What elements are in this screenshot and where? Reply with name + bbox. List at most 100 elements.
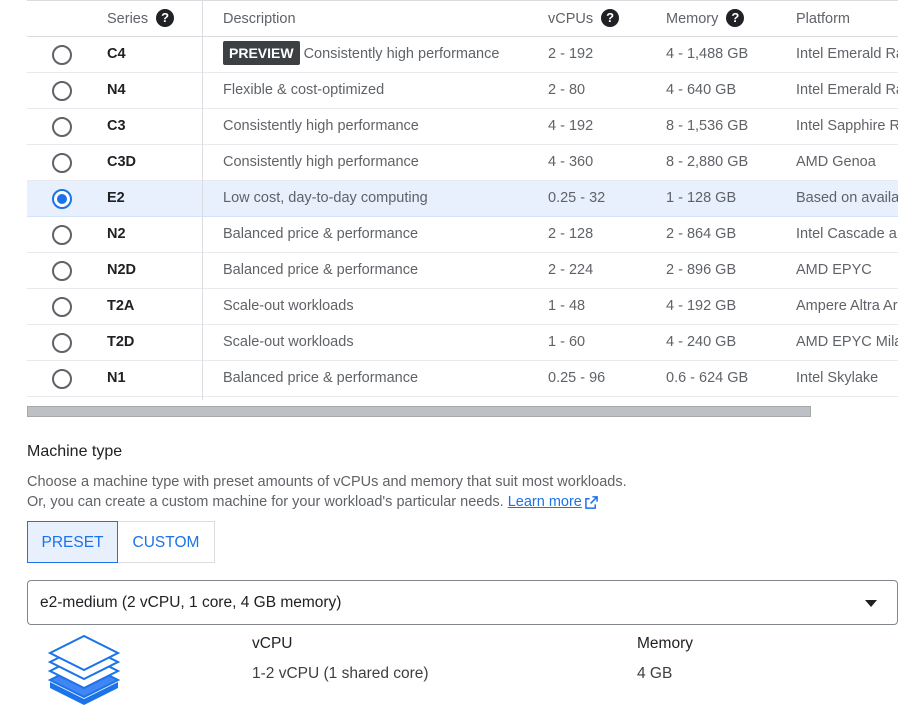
preview-badge: PREVIEW [223,40,300,65]
table-row[interactable]: C3 Consistently high performance 4 - 192 8 … [27,109,898,145]
series-name: T2D [107,334,135,350]
series-memory: 4 - 192 GB [666,298,737,314]
table-row[interactable]: N4 Flexible & cost-optimized 2 - 80 4 - 640… [27,73,898,109]
series-memory: 2 - 896 GB [666,262,737,278]
table-row[interactable]: N1 Balanced price & performance 0.25 - 96 0… [27,361,898,397]
series-vcpus: 4 - 192 [548,118,594,134]
header-description[interactable]: Description [223,1,296,37]
series-description: Low cost, day-to-day computing [223,190,428,206]
table-row[interactable]: E2 Low cost, day-to-day computing 0.25 - 3… [27,181,898,217]
series-memory: 0.6 - 624 GB [666,370,749,386]
series-description: PREVIEW Consistently high performance [223,37,499,72]
series-name: N4 [107,82,126,98]
series-memory: 4 - 640 GB [666,82,737,98]
machine-type-title: Machine type [27,443,123,460]
series-radio-button[interactable] [52,117,72,137]
memory-value: 4 GB [637,665,673,682]
series-name: C3D [107,154,137,170]
series-platform: Ampere Altra Ar [796,298,898,314]
series-name: C4 [107,46,126,62]
dropdown-caret-icon[interactable] [865,600,877,607]
series-vcpus: 2 - 192 [548,46,594,62]
series-radio-button[interactable] [52,153,72,173]
series-vcpus: 2 - 128 [548,226,594,242]
series-radio-button[interactable] [52,333,72,353]
series-description: Flexible & cost-optimized [223,82,385,98]
description-line-2: Or, you can create a custom machine for … [27,492,667,512]
series-description: Scale-out workloads [223,298,354,314]
column-divider [202,0,203,400]
machine-stack-icon [47,634,121,705]
series-radio-button[interactable] [52,261,72,281]
series-radio-button[interactable] [52,45,72,65]
series-vcpus: 0.25 - 32 [548,190,606,206]
series-name: T2A [107,298,135,314]
series-vcpus: 1 - 48 [548,298,586,314]
series-platform: Intel Emerald Ra [796,46,898,62]
series-platform: Intel Cascade a [796,226,897,242]
learn-more-link[interactable]: Learn more [508,494,582,510]
series-radio-button[interactable] [52,81,72,101]
series-memory: 2 - 864 GB [666,226,737,242]
vcpu-heading: vCPU [252,635,293,652]
series-description: Consistently high performance [223,154,419,170]
series-description: Consistently high performance [223,118,419,134]
series-memory: 4 - 1,488 GB [666,46,749,62]
series-platform: Intel Emerald Ra [796,82,898,98]
table-header: Series? Description vCPUs? Memory? Platf… [27,0,898,37]
series-description: Scale-out workloads [223,334,354,350]
machine-type-description: Choose a machine type with preset amount… [27,472,667,512]
header-platform[interactable]: Platform [796,1,850,37]
header-memory[interactable]: Memory? [666,1,745,37]
series-vcpus: 1 - 60 [548,334,586,350]
series-name: C3 [107,118,126,134]
series-description: Balanced price & performance [223,370,419,386]
horizontal-scrollbar[interactable] [27,406,811,417]
header-vcpus[interactable]: vCPUs? [548,1,620,37]
series-platform: Intel Sapphire R [796,118,898,134]
series-description: Balanced price & performance [223,226,419,242]
series-memory: 8 - 1,536 GB [666,118,749,134]
series-radio-button[interactable] [52,225,72,245]
series-vcpus: 2 - 224 [548,262,594,278]
table-row[interactable]: C4 PREVIEW Consistently high performance 2 … [27,37,898,73]
external-link-icon[interactable] [585,495,598,509]
help-icon[interactable]: ? [726,8,745,27]
series-name: N1 [107,370,126,386]
series-platform: AMD EPYC Mila [796,334,898,350]
series-platform: AMD Genoa [796,154,876,170]
table-row[interactable]: N2D Balanced price & performance 2 - 224 2 … [27,253,898,289]
series-vcpus: 4 - 360 [548,154,594,170]
machine-type-select[interactable]: e2-medium (2 vCPU, 1 core, 4 GB memory) [27,580,898,625]
vcpu-value: 1-2 vCPU (1 shared core) [252,665,429,682]
table-row[interactable]: T2D Scale-out workloads 1 - 60 4 - 240 GB AM… [27,325,898,361]
help-icon[interactable]: ? [156,8,175,27]
selected-machine-type: e2-medium (2 vCPU, 1 core, 4 GB memory) [40,594,342,611]
preset-custom-toggle: PRESET CUSTOM [27,521,215,563]
machine-series-table: Series? Description vCPUs? Memory? Platf… [27,0,898,400]
table-row[interactable]: C3D Consistently high performance 4 - 360 8… [27,145,898,181]
series-platform: AMD EPYC [796,262,872,278]
series-memory: 1 - 128 GB [666,190,737,206]
table-row[interactable]: T2A Scale-out workloads 1 - 48 4 - 192 GB Am… [27,289,898,325]
series-description: Balanced price & performance [223,262,419,278]
description-line-1: Choose a machine type with preset amount… [27,474,627,490]
series-vcpus: 0.25 - 96 [548,370,606,386]
preset-button[interactable]: PRESET [27,521,118,563]
series-name: E2 [107,190,125,206]
memory-heading: Memory [637,635,693,652]
help-icon[interactable]: ? [601,8,620,27]
table-row[interactable]: N2 Balanced price & performance 2 - 128 2 -… [27,217,898,253]
series-memory: 4 - 240 GB [666,334,737,350]
series-name: N2D [107,262,137,278]
series-vcpus: 2 - 80 [548,82,586,98]
series-memory: 8 - 2,880 GB [666,154,749,170]
custom-button[interactable]: CUSTOM [118,521,215,563]
series-name: N2 [107,226,126,242]
series-radio-button[interactable] [52,189,72,209]
series-platform: Based on availa [796,190,898,206]
series-platform: Intel Skylake [796,370,879,386]
series-radio-button[interactable] [52,369,72,389]
series-radio-button[interactable] [52,297,72,317]
header-series[interactable]: Series? [107,1,175,37]
